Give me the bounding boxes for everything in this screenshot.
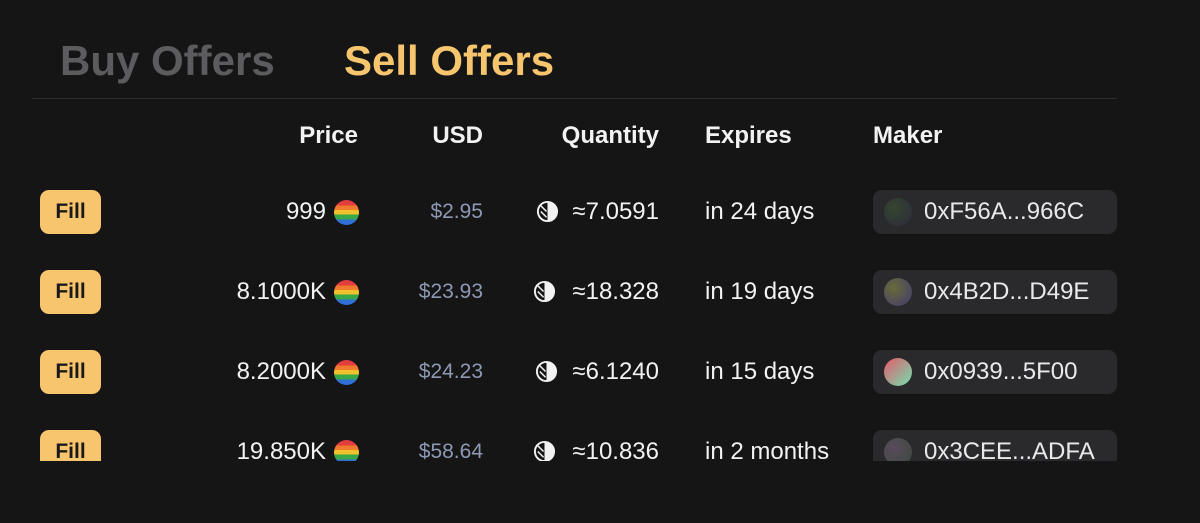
maker-chip[interactable]: 0x4B2D...D49E xyxy=(873,270,1117,314)
maker-address: 0xF56A...966C xyxy=(924,198,1085,225)
price-value: 999 xyxy=(285,198,326,225)
half-circle-icon xyxy=(533,280,556,303)
offers-table-body: Fill 999 $2.95 ≈7.0591 in 24 days 0xF56A… xyxy=(0,170,1200,461)
fill-button[interactable]: Fill xyxy=(40,430,101,461)
half-circle-icon xyxy=(536,200,559,223)
avatar xyxy=(884,438,912,461)
quantity-value: ≈7.0591 xyxy=(572,198,659,225)
expires-value: in 19 days xyxy=(705,278,815,305)
avatar xyxy=(884,358,912,386)
fill-button[interactable]: Fill xyxy=(40,350,101,394)
column-header-price: Price xyxy=(299,122,358,149)
fill-button[interactable]: Fill xyxy=(40,190,101,234)
expires-value: in 2 months xyxy=(705,438,830,461)
tabs-divider xyxy=(32,98,1117,99)
column-header-maker: Maker xyxy=(873,122,943,149)
token-icon xyxy=(334,360,359,385)
usd-value: $23.93 xyxy=(418,280,483,303)
table-header: Price USD Quantity Expires Maker xyxy=(0,118,1200,154)
quantity-value: ≈18.328 xyxy=(572,278,659,305)
table-row: Fill 8.1000K $23.93 ≈18.328 in 19 days 0… xyxy=(0,270,1200,314)
maker-chip[interactable]: 0x3CEE...ADFA xyxy=(873,430,1117,461)
usd-value: $2.95 xyxy=(430,200,483,223)
table-row: Fill 19.850K $58.64 ≈10.836 in 2 months … xyxy=(0,430,1200,461)
half-circle-icon xyxy=(535,360,558,383)
price-value: 8.1000K xyxy=(236,278,326,305)
quantity-value: ≈10.836 xyxy=(572,438,659,461)
expires-value: in 15 days xyxy=(705,358,815,385)
price-value: 8.2000K xyxy=(236,358,326,385)
maker-address: 0x4B2D...D49E xyxy=(924,278,1090,305)
avatar xyxy=(884,278,912,306)
table-row: Fill 999 $2.95 ≈7.0591 in 24 days 0xF56A… xyxy=(0,190,1200,234)
avatar xyxy=(884,198,912,226)
usd-value: $24.23 xyxy=(418,360,483,383)
column-header-expires: Expires xyxy=(705,122,792,149)
tab-buy-offers[interactable]: Buy Offers xyxy=(60,36,275,86)
expires-value: in 24 days xyxy=(705,198,815,225)
column-header-quantity: Quantity xyxy=(561,122,659,149)
maker-chip[interactable]: 0xF56A...966C xyxy=(873,190,1117,234)
token-icon xyxy=(334,280,359,305)
column-header-usd: USD xyxy=(432,122,483,149)
usd-value: $58.64 xyxy=(418,440,483,461)
price-value: 19.850K xyxy=(236,438,326,461)
quantity-value: ≈6.1240 xyxy=(572,358,659,385)
token-icon xyxy=(334,200,359,225)
fill-button[interactable]: Fill xyxy=(40,270,101,314)
sell-offers-page: Buy Offers Sell Offers Price USD Quantit… xyxy=(0,0,1200,523)
table-row: Fill 8.2000K $24.23 ≈6.1240 in 15 days 0… xyxy=(0,350,1200,394)
maker-chip[interactable]: 0x0939...5F00 xyxy=(873,350,1117,394)
tab-sell-offers[interactable]: Sell Offers xyxy=(344,36,554,86)
maker-address: 0x0939...5F00 xyxy=(924,358,1078,385)
maker-address: 0x3CEE...ADFA xyxy=(924,438,1095,461)
token-icon xyxy=(334,440,359,461)
half-circle-icon xyxy=(533,440,556,461)
